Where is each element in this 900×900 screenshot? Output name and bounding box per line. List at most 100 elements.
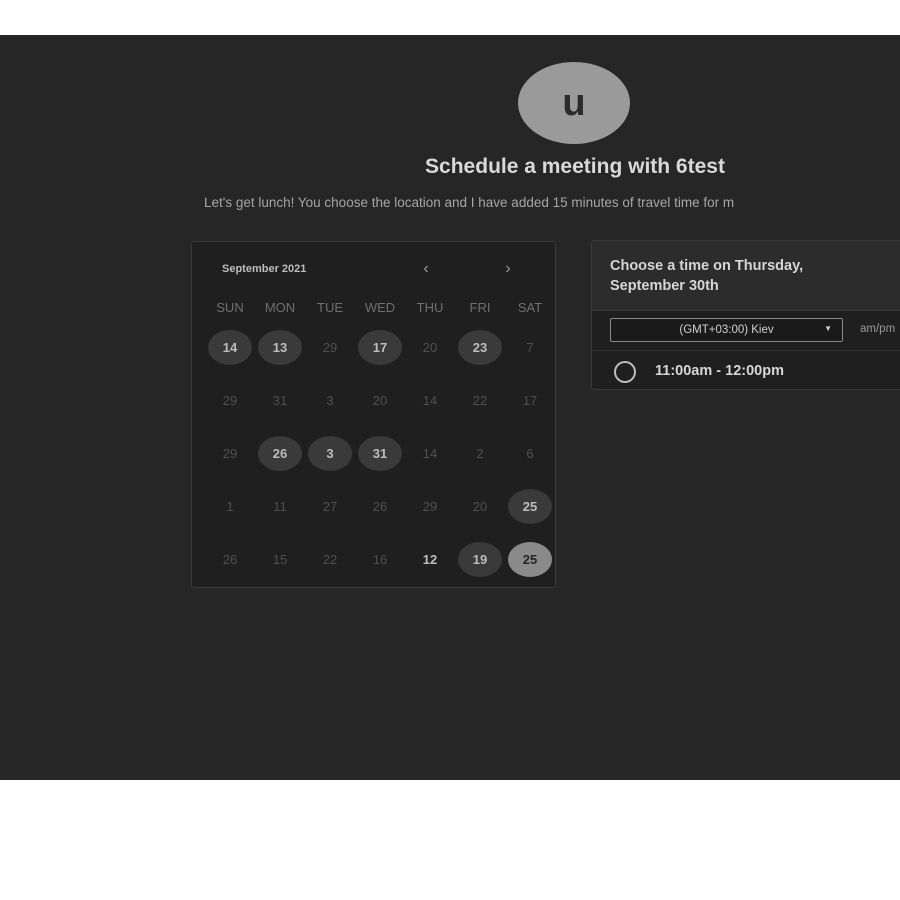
- calendar-day-number: 29: [322, 340, 338, 355]
- calendar-day: 29: [305, 330, 355, 365]
- calendar-day-number: 14: [422, 446, 438, 461]
- calendar-day: 14: [405, 436, 455, 471]
- calendar-day: 29: [205, 383, 255, 418]
- chevron-right-icon[interactable]: ›: [496, 257, 520, 281]
- calendar-week-row: 14 13 29 17 20 23 7: [205, 330, 555, 383]
- calendar-day-number: 1: [226, 499, 234, 514]
- weekday-label: SAT: [517, 300, 543, 315]
- calendar-day-number: 20: [372, 393, 388, 408]
- calendar-day: 26: [355, 489, 405, 524]
- calendar-day: 20: [405, 330, 455, 365]
- meeting-description: Let's get lunch! You choose the location…: [204, 195, 735, 210]
- time-format-toggle[interactable]: am/pm: [860, 323, 895, 335]
- calendar-day-number: 13: [272, 340, 288, 355]
- calendar-day-number: 15: [272, 552, 288, 567]
- calendar-day-number: 29: [222, 393, 238, 408]
- calendar-day-number: 27: [322, 499, 338, 514]
- calendar-day-number: 23: [472, 340, 488, 355]
- calendar-day-number: 6: [526, 446, 534, 461]
- calendar-day-number: 16: [372, 552, 388, 567]
- calendar-day-number: 12: [422, 552, 438, 567]
- weekday-label: THU: [416, 300, 444, 315]
- calendar-week-row: 26 15 22 16 12 19 25: [205, 542, 555, 595]
- calendar-day: 29: [405, 489, 455, 524]
- calendar-week-row: 1 11 27 26 29 20 25: [205, 489, 555, 542]
- calendar-day-number: 29: [422, 499, 438, 514]
- calendar-day[interactable]: 3: [305, 436, 355, 471]
- calendar-day[interactable]: 26: [255, 436, 305, 471]
- date-picker-calendar: September 2021 ‹ › SUN MON TUE WED THU F…: [191, 241, 556, 588]
- calendar-day: 15: [255, 542, 305, 577]
- calendar-day: 14: [405, 383, 455, 418]
- calendar-day-number: 26: [272, 446, 288, 461]
- caret-down-icon: ▼: [824, 324, 832, 333]
- calendar-day-selected[interactable]: 25: [505, 542, 555, 577]
- calendar-day-number: 22: [322, 552, 338, 567]
- calendar-week-row: 29 31 3 20 14 22 17: [205, 383, 555, 436]
- calendar-day: 1: [205, 489, 255, 524]
- timezone-row: (GMT+03:00) Kiev ▼ am/pm: [592, 311, 900, 351]
- calendar-day[interactable]: 17: [355, 330, 405, 365]
- calendar-day: 11: [255, 489, 305, 524]
- avatar: u: [518, 62, 630, 144]
- time-slot-option[interactable]: 11:00am - 12:00pm: [592, 351, 900, 389]
- calendar-day-number: 14: [222, 340, 238, 355]
- calendar-day-number: 26: [372, 499, 388, 514]
- calendar-day-number: 31: [272, 393, 288, 408]
- calendar-day-number: 20: [422, 340, 438, 355]
- weekday-label: SUN: [216, 300, 244, 315]
- calendar-day: 29: [205, 436, 255, 471]
- time-slot-panel: Choose a time on Thursday, September 30t…: [591, 240, 900, 390]
- calendar-day: 20: [455, 489, 505, 524]
- calendar-day-number: 14: [422, 393, 438, 408]
- weekday-label: FRI: [469, 300, 491, 315]
- calendar-day: 7: [505, 330, 555, 365]
- time-slot-label: 11:00am - 12:00pm: [655, 363, 784, 379]
- calendar-day-number: 31: [372, 446, 388, 461]
- weekday-header: SUN MON TUE WED THU FRI SAT: [205, 300, 555, 315]
- calendar-day: 20: [355, 383, 405, 418]
- calendar-day[interactable]: 23: [455, 330, 505, 365]
- calendar-day: 22: [305, 542, 355, 577]
- calendar-day-number: 25: [522, 552, 538, 567]
- weekday-label: WED: [364, 300, 396, 315]
- calendar-day[interactable]: 19: [455, 542, 505, 577]
- calendar-day[interactable]: 25: [505, 489, 555, 524]
- calendar-day: 27: [305, 489, 355, 524]
- calendar-day[interactable]: 13: [255, 330, 305, 365]
- calendar-day: 6: [505, 436, 555, 471]
- calendar-day[interactable]: 14: [205, 330, 255, 365]
- weekday-label: TUE: [317, 300, 343, 315]
- calendar-day-number: 17: [522, 393, 538, 408]
- timezone-value: (GMT+03:00) Kiev: [679, 324, 774, 336]
- time-panel-header: Choose a time on Thursday, September 30t…: [592, 241, 900, 311]
- calendar-day: 22: [455, 383, 505, 418]
- calendar-week-row: 29 26 3 31 14 2 6: [205, 436, 555, 489]
- calendar-day-number: 2: [476, 446, 484, 461]
- calendar-day[interactable]: 31: [355, 436, 405, 471]
- page-title: Schedule a meeting with 6test: [425, 155, 725, 178]
- radio-circle-icon[interactable]: [614, 361, 636, 383]
- calendar-day-grid: 14 13 29 17 20 23 7 29 31 3 20 14 22 17 29 26 3 31 14 2 6 1 11…: [205, 330, 555, 595]
- calendar-day-number: 3: [326, 393, 334, 408]
- calendar-day: 17: [505, 383, 555, 418]
- calendar-day-number: 11: [273, 499, 287, 514]
- calendar-day: 16: [355, 542, 405, 577]
- chevron-left-icon[interactable]: ‹: [414, 257, 438, 281]
- calendar-day-number: 20: [472, 499, 488, 514]
- calendar-day: 2: [455, 436, 505, 471]
- calendar-day: 31: [255, 383, 305, 418]
- calendar-day-number: 26: [222, 552, 238, 567]
- calendar-day-number: 22: [472, 393, 488, 408]
- calendar-day-number: 19: [472, 552, 488, 567]
- calendar-day-number: 17: [372, 340, 388, 355]
- calendar-month-label: September 2021: [222, 263, 307, 275]
- calendar-day-number: 7: [526, 340, 534, 355]
- weekday-label: MON: [264, 300, 296, 315]
- timezone-select[interactable]: (GMT+03:00) Kiev ▼: [610, 318, 843, 342]
- calendar-day: 3: [305, 383, 355, 418]
- scheduler-page: u Schedule a meeting with 6test Let's ge…: [0, 35, 900, 780]
- time-panel-heading: Choose a time on Thursday, September 30t…: [610, 258, 804, 294]
- calendar-day-number: 3: [326, 446, 334, 461]
- calendar-day: 26: [205, 542, 255, 577]
